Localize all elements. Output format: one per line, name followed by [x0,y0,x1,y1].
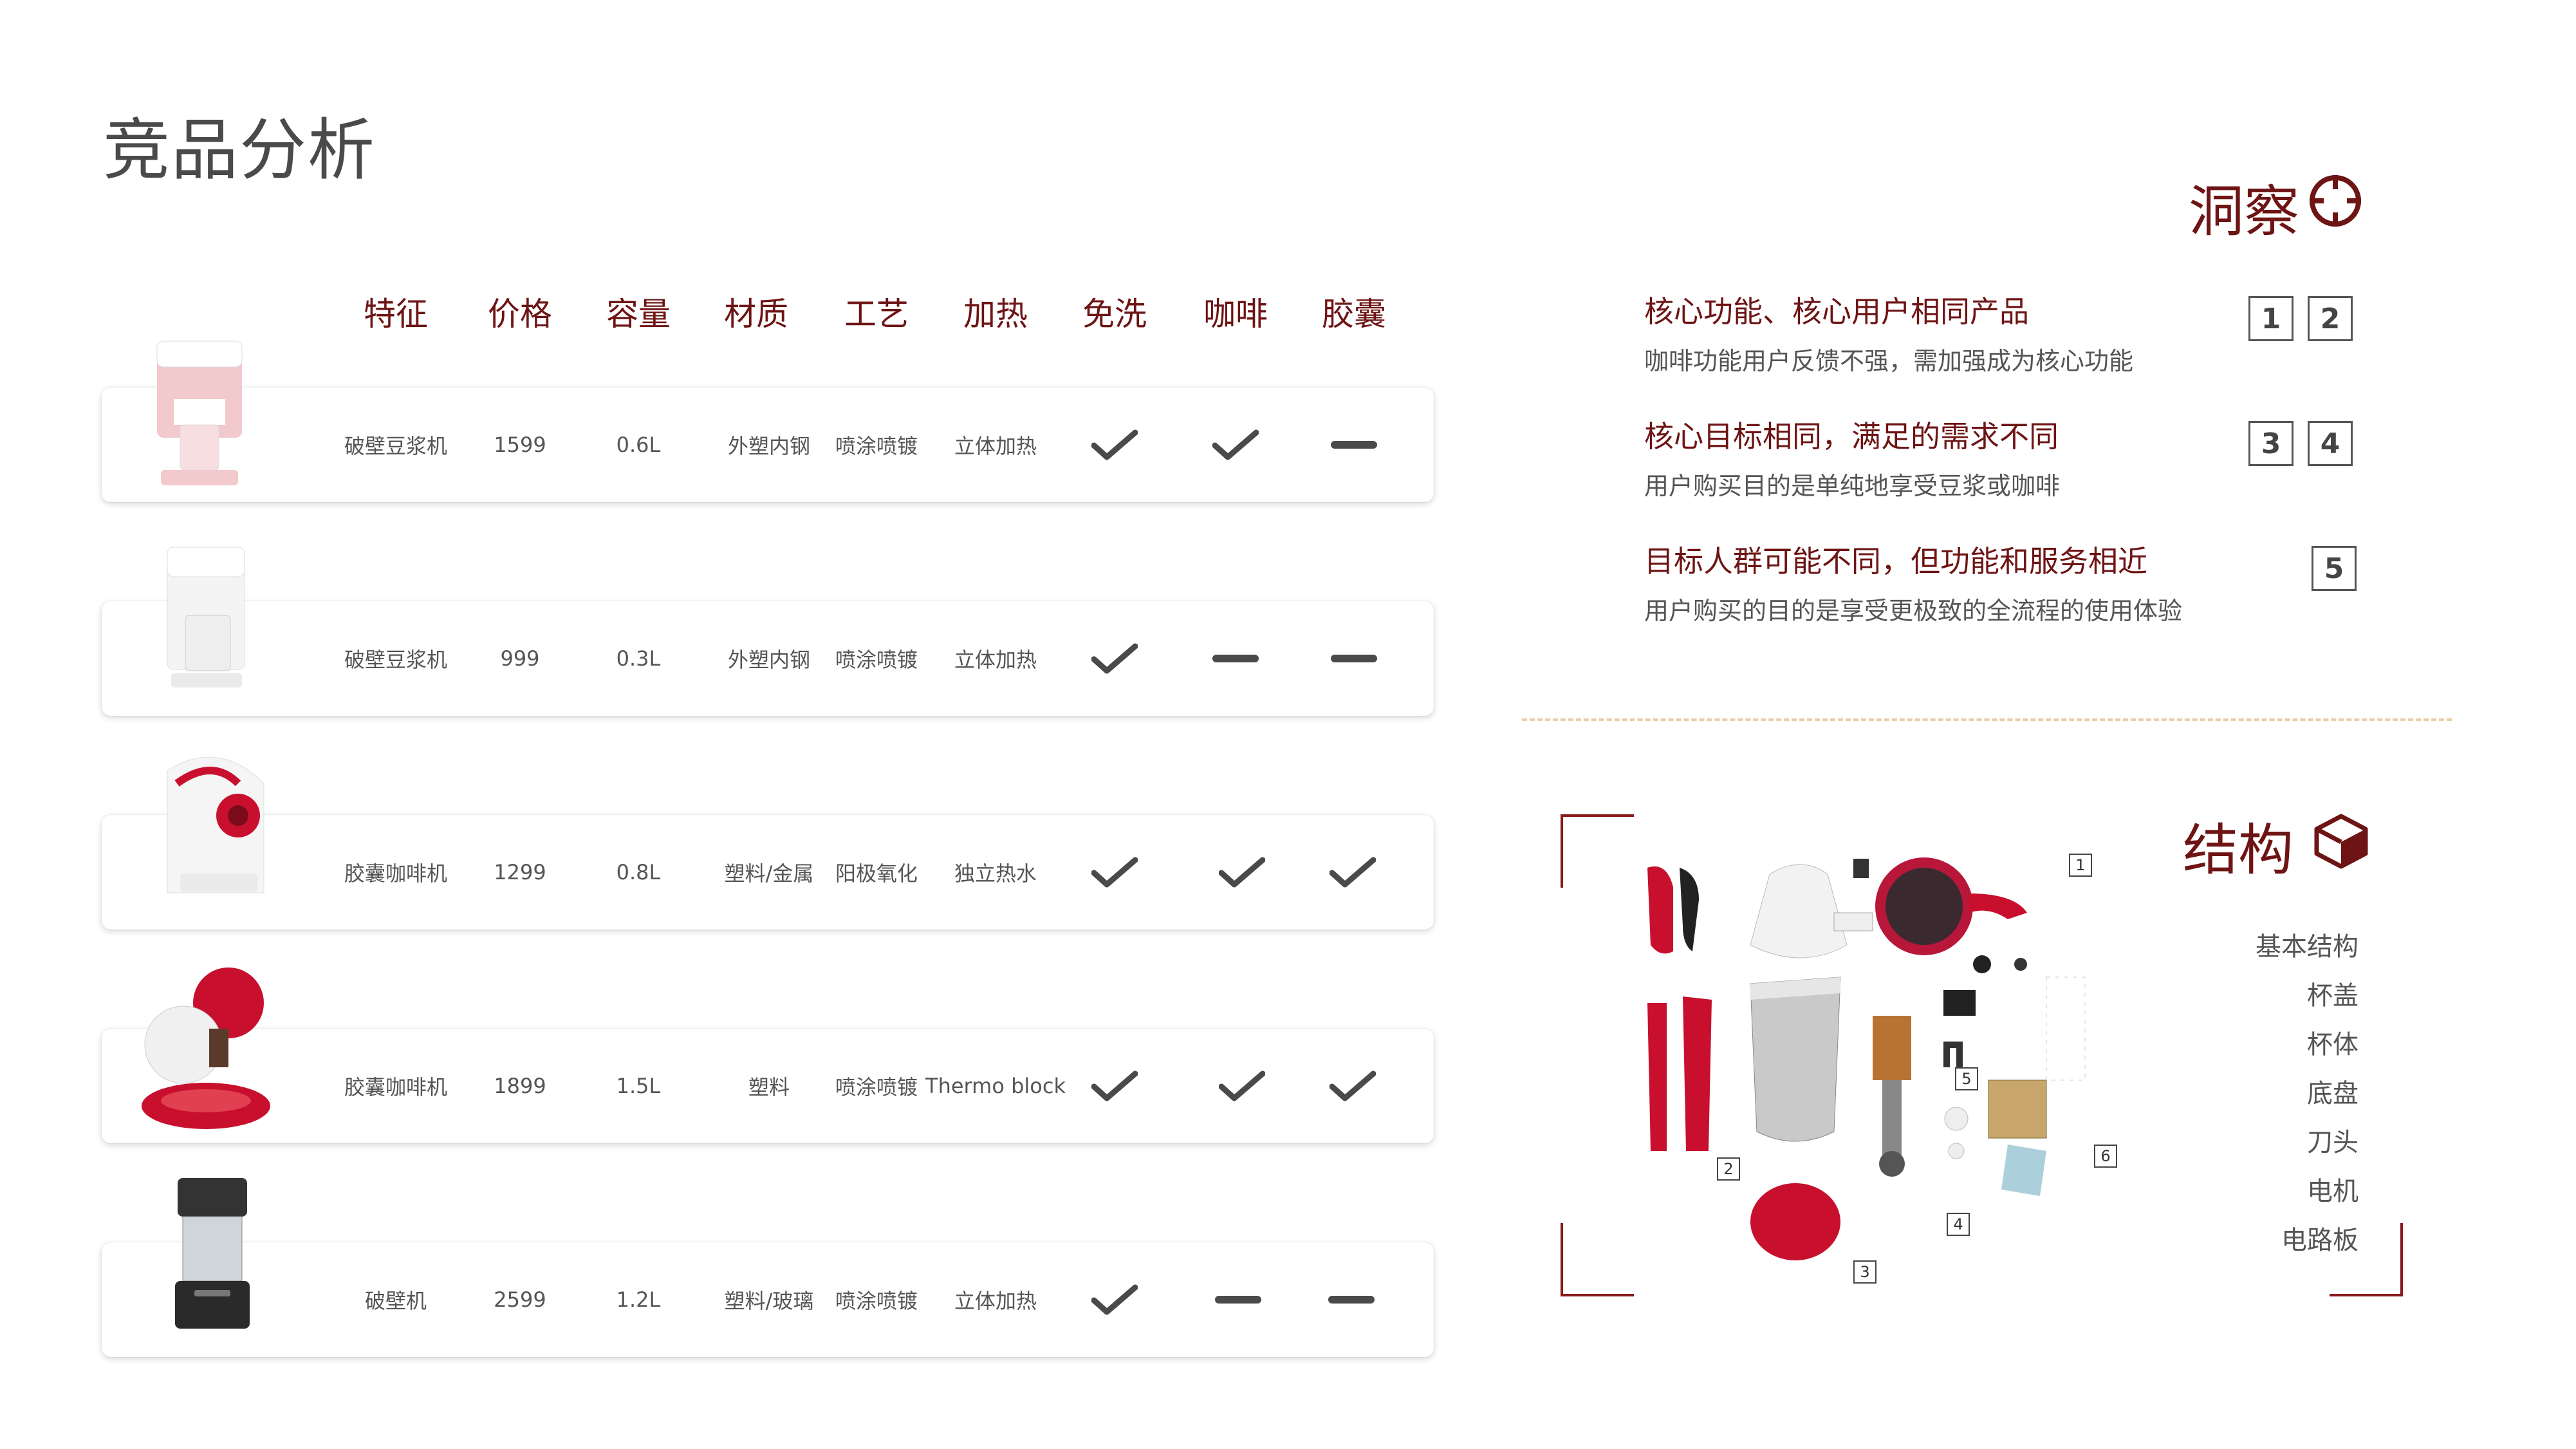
cell-process: 喷涂喷镀 [835,434,918,458]
pink-soymilk-maker-image [156,341,243,485]
slide: 竞品分析 特征 价格 容量 材质 工艺 加热 免洗 咖啡 胶囊 破壁豆浆机 15… [0,0,2576,1449]
cell-price: 1299 [494,860,546,884]
cell-feature: 胶囊咖啡机 [344,1075,448,1099]
insight-desc-3: 用户购买的目的是享受更极致的全流程的使用体验 [1644,597,2183,625]
structure-item: 刀头 [2307,1128,2358,1157]
cell-heating: 立体加热 [954,648,1037,672]
part-label-3: 3 [1853,1260,1876,1284]
dash-icon [1331,655,1377,662]
ref-box-1: 1 [2248,296,2293,341]
cell-material: 塑料 [748,1075,790,1099]
dash-icon [1328,1296,1375,1304]
structure-item: 杯盖 [2307,981,2358,1011]
insight-title-2: 核心目标相同，满足的需求不同 [1644,419,2059,454]
cell-heating: 立体加热 [954,434,1037,458]
cell-heating: 立体加热 [954,1289,1037,1313]
part-label-5: 5 [1955,1067,1978,1090]
insight-title-1: 核心功能、核心用户相同产品 [1644,294,2029,329]
table-row: 胶囊咖啡机 1899 1.5L 塑料 喷涂喷镀 Thermo block [102,1029,1434,1143]
cell-heating: 独立热水 [954,861,1037,886]
check-icon [1091,1070,1138,1101]
structure-item: 杯体 [2307,1030,2358,1060]
header-coffee: 咖啡 [1203,295,1268,333]
check-icon [1091,643,1138,674]
exploded-view-image: 1 2 3 4 5 6 [1622,848,2149,1299]
table-row: 破壁机 2599 1.2L 塑料/玻璃 喷涂喷镀 立体加热 [102,1242,1434,1357]
part-label-2: 2 [1717,1157,1740,1181]
header-heating: 加热 [963,295,1028,333]
insight-title-3: 目标人群可能不同，但功能和服务相近 [1644,544,2147,579]
table-row: 胶囊咖啡机 1299 0.8L 塑料/金属 阳极氧化 独立热水 [102,815,1434,930]
check-icon [1330,857,1376,888]
section-divider [1522,718,2452,721]
part-label-4: 4 [1947,1213,1970,1236]
check-icon [1219,857,1265,888]
cell-price: 1599 [494,433,546,457]
check-icon [1219,1070,1265,1101]
white-soymilk-maker-image [167,547,245,687]
red-round-capsule-coffee-machine-image [142,968,270,1129]
cell-process: 阳极氧化 [835,861,918,886]
dash-icon [1215,1296,1261,1304]
white-red-capsule-coffee-machine-image [167,756,264,893]
cell-price: 2599 [494,1287,546,1312]
structure-item: 基本结构 [2256,932,2358,962]
header-capacity: 容量 [606,295,671,333]
cell-process: 喷涂喷镀 [835,648,918,672]
insight-desc-1: 咖啡功能用户反馈不强，需加强成为核心功能 [1644,347,2134,375]
cell-feature: 胶囊咖啡机 [344,861,448,886]
structure-item: 电机 [2307,1177,2358,1206]
check-icon [1212,429,1259,460]
cube-icon [2314,814,2368,869]
dash-icon [1212,655,1259,662]
header-capsule: 胶囊 [1322,295,1386,333]
dash-icon [1331,441,1377,449]
ref-box-5: 5 [2312,546,2357,591]
black-blender-image [175,1178,250,1329]
header-price: 价格 [488,295,552,333]
cell-price: 999 [500,646,540,671]
check-icon [1091,857,1138,888]
cell-process: 喷涂喷镀 [835,1075,918,1099]
structure-heading: 结构 [2183,818,2293,883]
page-title: 竞品分析 [103,111,376,189]
cell-feature: 破壁机 [364,1289,427,1313]
insight-heading: 洞察 [2189,180,2299,244]
cell-heating: Thermo block [925,1074,1066,1098]
ref-box-4: 4 [2308,421,2353,466]
cell-material: 外塑内钢 [727,648,811,672]
header-feature: 特征 [364,295,428,333]
part-label-6: 6 [2094,1145,2117,1168]
cell-price: 1899 [494,1074,546,1098]
cell-material: 塑料/金属 [724,861,814,886]
table-row: 破壁豆浆机 1599 0.6L 外塑内钢 喷涂喷镀 立体加热 [102,388,1434,502]
check-icon [1091,1284,1138,1315]
structure-item: 电路板 [2281,1226,2358,1255]
check-icon [1330,1070,1376,1101]
cell-capacity: 0.3L [616,646,661,671]
part-label-1: 1 [2069,854,2092,877]
ref-box-2: 2 [2308,296,2353,341]
cell-material: 外塑内钢 [727,434,811,458]
cell-feature: 破壁豆浆机 [344,648,448,672]
cell-capacity: 1.5L [616,1074,661,1098]
cell-capacity: 1.2L [616,1287,661,1312]
insight-desc-2: 用户购买目的是单纯地享受豆浆或咖啡 [1644,472,2061,500]
table-row: 破壁豆浆机 999 0.3L 外塑内钢 喷涂喷镀 立体加热 [102,601,1434,716]
cell-capacity: 0.6L [616,433,661,457]
cell-material: 塑料/玻璃 [724,1289,814,1313]
header-material: 材质 [724,295,788,333]
header-no-wash: 免洗 [1082,295,1147,333]
check-icon [1091,429,1138,460]
header-process: 工艺 [844,295,909,333]
cell-feature: 破壁豆浆机 [344,434,448,458]
target-crosshair-icon [2310,175,2361,227]
structure-item: 底盘 [2307,1079,2358,1108]
cell-process: 喷涂喷镀 [835,1289,918,1313]
cell-capacity: 0.8L [616,860,661,884]
ref-box-3: 3 [2248,421,2293,466]
